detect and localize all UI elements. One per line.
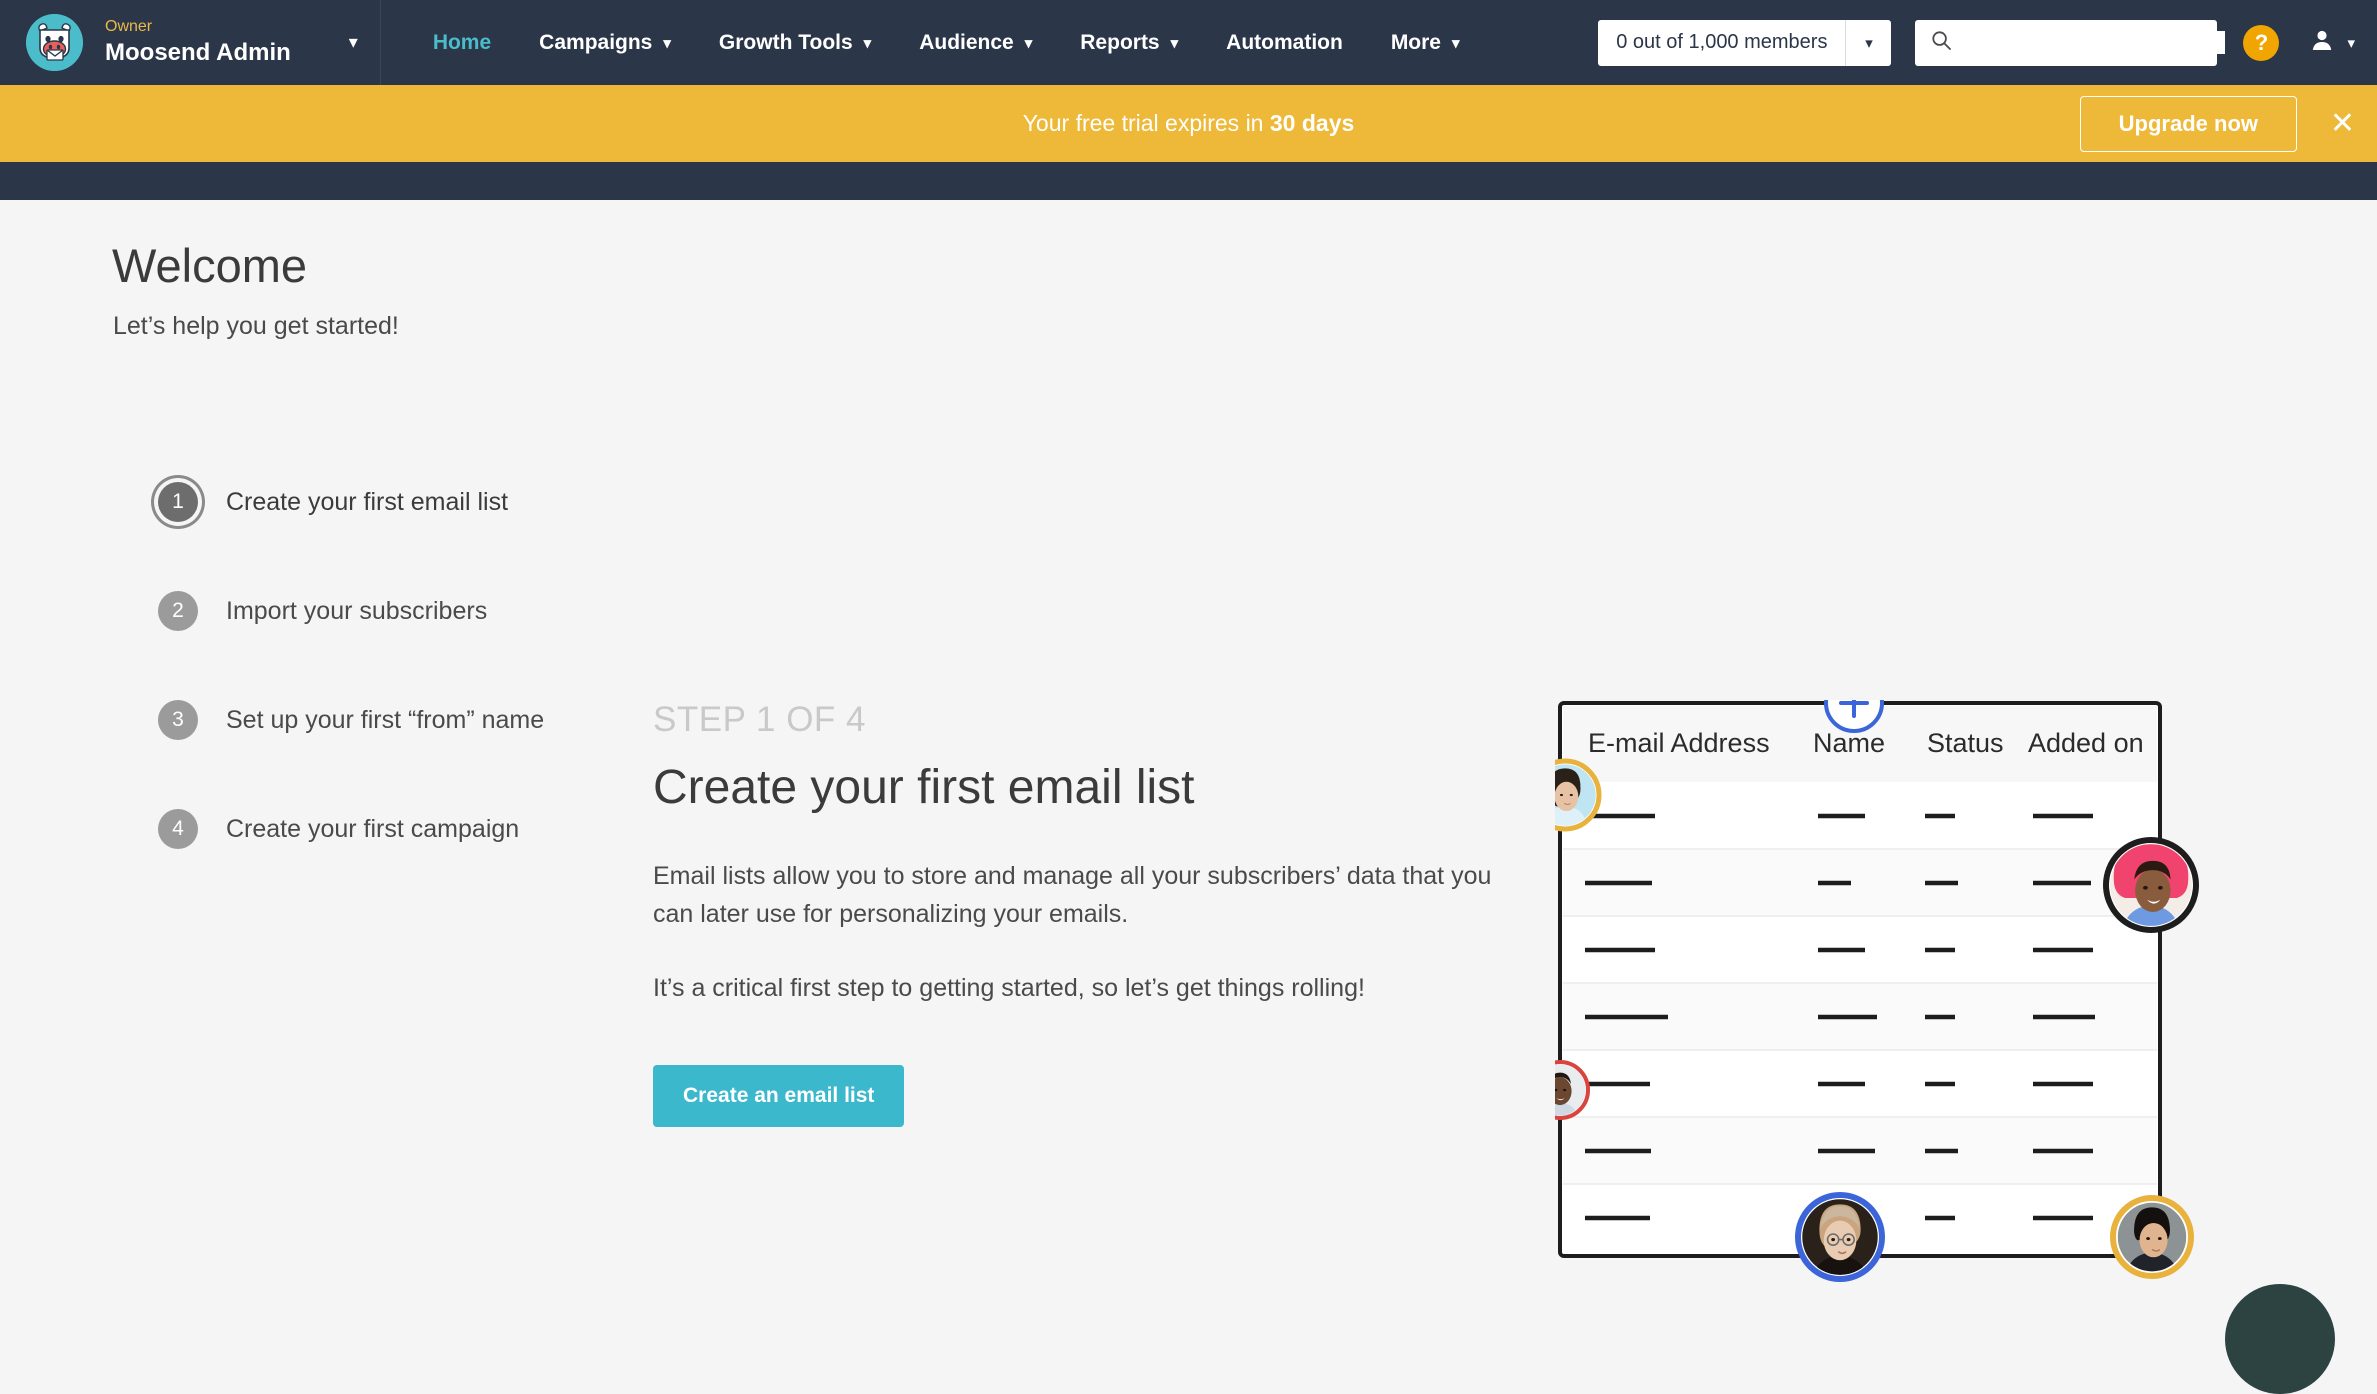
nav-item-home-label: Home — [432, 30, 492, 54]
svg-text:Added on: Added on — [2028, 728, 2144, 758]
search-input[interactable] — [1960, 31, 2226, 54]
step-number-badge: 2 — [158, 591, 198, 631]
help-button[interactable]: ? — [2243, 24, 2280, 61]
chevron-down-icon: ▾ — [863, 34, 872, 52]
step-number-badge: 1 — [158, 482, 198, 522]
nav-item-reports-label: Reports — [1080, 30, 1160, 54]
question-mark-icon: ? — [2254, 29, 2269, 55]
account-name-label: Moosend Admin — [105, 39, 291, 67]
avatar-5 — [2110, 1195, 2194, 1279]
create-an-email-list-button[interactable]: Create an email list — [653, 1065, 905, 1127]
moosend-cow-logo-icon — [26, 14, 83, 71]
support-chat-widget[interactable] — [2225, 1284, 2335, 1394]
chevron-down-icon: ▾ — [1452, 34, 1460, 52]
step-label: Create your first campaign — [226, 814, 520, 843]
nav-item-campaigns-label: Campaigns — [539, 30, 653, 54]
step-detail-title: Create your first email list — [653, 761, 1195, 814]
members-quota-selector[interactable]: 0 out of 1,000 members ▾ — [1598, 19, 1892, 66]
onboarding-steps-list: 1 Create your first email list 2 Import … — [158, 475, 544, 911]
nav-item-growth-tools[interactable]: Growth Tools ▾ — [719, 31, 871, 55]
trial-banner-days-remaining: 30 days — [1269, 110, 1355, 136]
user-account-icon — [2309, 27, 2335, 58]
nav-item-more-label: More — [1390, 30, 1441, 54]
free-trial-banner: Your free trial expires in 30 days Upgra… — [0, 85, 2377, 162]
step-item-1[interactable]: 1 Create your first email list — [158, 475, 544, 529]
secondary-toolbar-strip — [0, 162, 2377, 200]
nav-item-audience-label: Audience — [919, 30, 1014, 54]
chevron-down-icon[interactable]: ▾ — [349, 32, 358, 53]
chevron-down-icon: ▾ — [1170, 34, 1179, 52]
step-detail-paragraph-2: It’s a critical first step to getting st… — [653, 974, 1365, 1002]
page-title: Welcome — [112, 239, 308, 292]
step-item-2[interactable]: 2 Import your subscribers — [158, 584, 544, 638]
global-search[interactable]: All ▾ — [1915, 19, 2281, 66]
step-item-4[interactable]: 4 Create your first campaign — [158, 802, 544, 856]
step-label: Import your subscribers — [226, 596, 488, 625]
top-navigation-right-cluster: 0 out of 1,000 members ▾ All ▾ ? — [1598, 0, 2355, 85]
step-label: Set up your first “from” name — [226, 705, 545, 734]
step-item-3[interactable]: 3 Set up your first “from” name — [158, 693, 544, 747]
chevron-down-icon: ▾ — [1024, 34, 1033, 52]
avatar-4 — [1795, 1192, 1885, 1282]
svg-text:E-mail Address: E-mail Address — [1588, 728, 1770, 758]
nav-item-more[interactable]: More ▾ — [1391, 31, 1460, 55]
step-number-badge: 4 — [158, 809, 198, 849]
step-label: Create your first email list — [226, 487, 509, 516]
nav-item-growth-tools-label: Growth Tools — [718, 30, 853, 54]
trial-banner-message: Your free trial expires in 30 days — [1023, 110, 1355, 137]
svg-text:Status: Status — [1927, 728, 2004, 758]
step-progress-kicker: STEP 1 OF 4 — [653, 700, 866, 739]
account-switcher[interactable]: Owner Moosend Admin ▾ — [0, 0, 381, 85]
chevron-down-icon: ▾ — [663, 34, 671, 52]
nav-item-audience[interactable]: Audience ▾ — [919, 31, 1032, 55]
user-account-menu[interactable]: ▾ — [2309, 27, 2355, 58]
close-icon[interactable]: ✕ — [2330, 108, 2355, 139]
nav-item-home[interactable]: Home — [433, 31, 491, 55]
nav-item-campaigns[interactable]: Campaigns ▾ — [539, 31, 671, 55]
chevron-down-icon[interactable]: ▾ — [2347, 34, 2355, 52]
nav-item-reports[interactable]: Reports ▾ — [1080, 31, 1178, 55]
nav-item-automation-label: Automation — [1226, 30, 1343, 54]
account-role-label: Owner — [105, 18, 153, 35]
step-detail-panel: STEP 1 OF 4 Create your first email list… — [653, 700, 1553, 1127]
search-icon — [1931, 30, 1952, 56]
page-content: Welcome Let’s help you get started! 1 Cr… — [0, 200, 2377, 1394]
trial-banner-message-prefix: Your free trial expires in — [1022, 110, 1270, 136]
upgrade-now-button[interactable]: Upgrade now — [2079, 95, 2297, 152]
email-list-table-illustration: E-mail Address Name Status Added on — [1555, 700, 2275, 1320]
chevron-down-icon[interactable]: ▾ — [1845, 19, 1891, 66]
members-quota-label: 0 out of 1,000 members — [1616, 31, 1828, 53]
main-menu: Home Campaigns ▾ Growth Tools ▾ Audience… — [411, 0, 1508, 85]
step-detail-paragraph-1: Email lists allow you to store and manag… — [653, 862, 1492, 928]
step-number-badge: 3 — [158, 700, 198, 740]
page-subtitle: Let’s help you get started! — [113, 312, 399, 340]
top-navigation-bar: Owner Moosend Admin ▾ Home Campaigns ▾ G… — [0, 0, 2377, 85]
nav-item-automation[interactable]: Automation — [1226, 31, 1343, 55]
